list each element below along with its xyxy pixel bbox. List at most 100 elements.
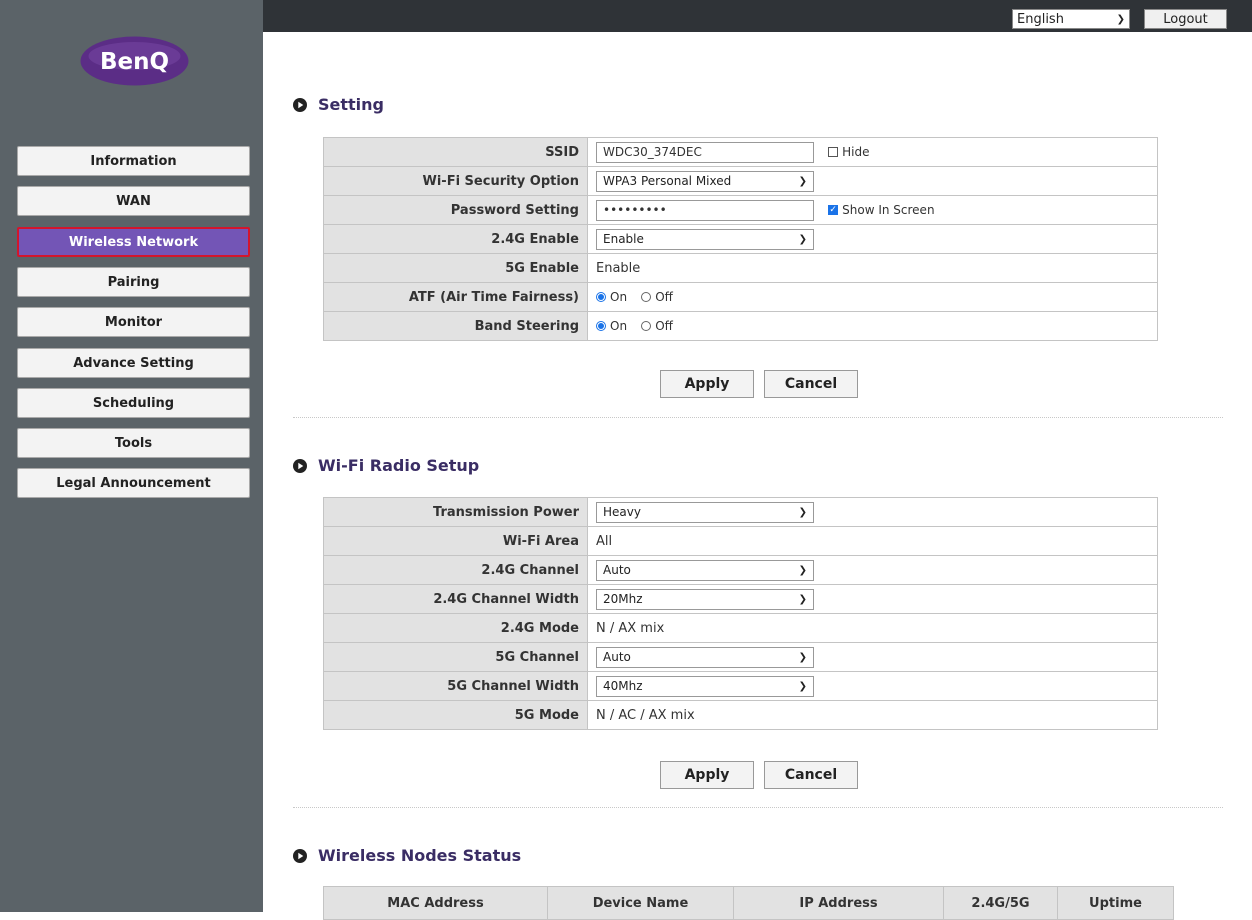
ch5-label: 5G Channel: [323, 642, 588, 672]
tx-power-value: Heavy: [603, 505, 641, 519]
setting-apply-button[interactable]: Apply: [660, 370, 754, 398]
g24-enable-value: Enable: [603, 232, 644, 246]
m5-label: 5G Mode: [323, 700, 588, 730]
w24-label: 2.4G Channel Width: [323, 584, 588, 614]
w5-select[interactable]: 40Mhz ❯: [596, 675, 814, 697]
col-mac-address: MAC Address: [323, 886, 548, 920]
security-label: Wi-Fi Security Option: [323, 166, 588, 196]
chevron-down-icon: ❯: [798, 651, 807, 663]
hide-label: Hide: [842, 145, 870, 159]
g5-enable-label: 5G Enable: [323, 253, 588, 283]
table-row: Band Steering On Off: [323, 311, 1158, 341]
col-device-name: Device Name: [547, 886, 734, 920]
radio-icon: [641, 321, 652, 331]
chevron-down-icon: ❯: [1116, 13, 1125, 25]
sidebar-item-legal-announcement[interactable]: Legal Announcement: [17, 468, 250, 498]
sidebar-item-information[interactable]: Information: [17, 146, 250, 176]
table-row: Wi-Fi Area All: [323, 526, 1158, 556]
security-value: WPA3 Personal Mixed: [603, 174, 732, 188]
ch5-value: Auto: [603, 650, 631, 664]
ch5-select[interactable]: Auto ❯: [596, 646, 814, 668]
ch24-label: 2.4G Channel: [323, 555, 588, 585]
g24-enable-label: 2.4G Enable: [323, 224, 588, 254]
play-circle-icon: [293, 848, 307, 863]
chevron-down-icon: ❯: [798, 680, 807, 692]
sidebar-item-monitor[interactable]: Monitor: [17, 307, 250, 337]
tx-power-label: Transmission Power: [323, 497, 588, 527]
show-in-screen-label: Show In Screen: [842, 203, 935, 217]
band-on-label: On: [610, 319, 628, 333]
atf-off-radio[interactable]: Off: [641, 290, 673, 304]
ssid-cell: WDC30_374DEC Hide: [587, 137, 1158, 167]
radio-selected-icon: [596, 321, 606, 331]
sidebar-item-pairing[interactable]: Pairing: [17, 267, 250, 297]
band-on-radio[interactable]: On: [596, 319, 627, 333]
play-circle-icon: [293, 97, 307, 112]
checkbox-icon: [828, 147, 839, 157]
w5-label: 5G Channel Width: [323, 671, 588, 701]
radio-cancel-button[interactable]: Cancel: [764, 761, 858, 789]
band-steering-label: Band Steering: [323, 311, 588, 341]
sidebar-item-advance-setting[interactable]: Advance Setting: [17, 348, 250, 378]
sidebar-item-scheduling[interactable]: Scheduling: [17, 388, 250, 418]
chevron-down-icon: ❯: [798, 506, 807, 518]
sidebar-item-wan[interactable]: WAN: [17, 186, 250, 216]
language-value: English: [1017, 11, 1064, 27]
atf-on-radio[interactable]: On: [596, 290, 627, 304]
svg-text:BenQ: BenQ: [100, 49, 169, 75]
w5-value: 40Mhz: [603, 679, 643, 693]
logout-button[interactable]: Logout: [1144, 9, 1227, 29]
atf-on-label: On: [610, 290, 628, 304]
language-select[interactable]: English ❯: [1012, 9, 1130, 29]
checkbox-checked-icon: ✓: [828, 205, 839, 215]
w24-select[interactable]: 20Mhz ❯: [596, 588, 814, 610]
col-ip-address: IP Address: [733, 886, 944, 920]
table-row: 5G Channel Width 40Mhz ❯: [323, 671, 1158, 701]
benq-logo: BenQ: [80, 36, 189, 86]
table-row: 5G Channel Auto ❯: [323, 642, 1158, 672]
atf-label: ATF (Air Time Fairness): [323, 282, 588, 312]
w24-value: 20Mhz: [603, 592, 643, 606]
wifi-area-value: All: [587, 526, 1158, 556]
chevron-down-icon: ❯: [798, 233, 807, 245]
setting-title-text: Setting: [318, 95, 384, 114]
tx-power-select[interactable]: Heavy ❯: [596, 501, 814, 523]
ch24-value: Auto: [603, 563, 631, 577]
sidebar-item-wireless-network[interactable]: Wireless Network: [17, 227, 250, 257]
ch24-select[interactable]: Auto ❯: [596, 559, 814, 581]
table-row: 2.4G Mode N / AX mix: [323, 613, 1158, 643]
chevron-down-icon: ❯: [798, 175, 807, 187]
m24-value: N / AX mix: [587, 613, 1158, 643]
security-select[interactable]: WPA3 Personal Mixed ❯: [596, 170, 814, 192]
radio-title-text: Wi-Fi Radio Setup: [318, 456, 480, 475]
table-row: SSID WDC30_374DEC Hide: [323, 137, 1158, 167]
table-row: Password Setting ••••••••• ✓ Show In Scr…: [323, 195, 1158, 225]
password-label: Password Setting: [323, 195, 588, 225]
hide-checkbox[interactable]: Hide: [828, 145, 870, 159]
play-circle-icon: [293, 458, 307, 473]
band-off-radio[interactable]: Off: [641, 319, 673, 333]
setting-cancel-button[interactable]: Cancel: [764, 370, 858, 398]
ssid-label: SSID: [323, 137, 588, 167]
radio-selected-icon: [596, 292, 606, 302]
password-input[interactable]: •••••••••: [596, 199, 814, 221]
table-row: Wi-Fi Security Option WPA3 Personal Mixe…: [323, 166, 1158, 196]
g24-enable-select[interactable]: Enable ❯: [596, 228, 814, 250]
show-in-screen-checkbox[interactable]: ✓ Show In Screen: [828, 203, 935, 217]
chevron-down-icon: ❯: [798, 593, 807, 605]
table-row: 5G Mode N / AC / AX mix: [323, 700, 1158, 730]
radio-table: Transmission Power Heavy ❯ Wi-Fi Area Al…: [323, 497, 1158, 730]
ssid-input[interactable]: WDC30_374DEC: [596, 141, 814, 163]
nodes-table: MAC Address Device Name IP Address 2.4G/…: [323, 886, 1174, 920]
sidebar-item-tools[interactable]: Tools: [17, 428, 250, 458]
wifi-area-label: Wi-Fi Area: [323, 526, 588, 556]
section-divider: [293, 807, 1223, 808]
band-off-label: Off: [655, 319, 673, 333]
radio-section-title: Wi-Fi Radio Setup: [293, 456, 479, 475]
radio-icon: [641, 292, 652, 302]
col-uptime: Uptime: [1057, 886, 1174, 920]
atf-off-label: Off: [655, 290, 673, 304]
table-row: 2.4G Channel Auto ❯: [323, 555, 1158, 585]
radio-apply-button[interactable]: Apply: [660, 761, 754, 789]
sidebar: BenQ Information WAN Wireless Network Pa…: [0, 0, 263, 912]
